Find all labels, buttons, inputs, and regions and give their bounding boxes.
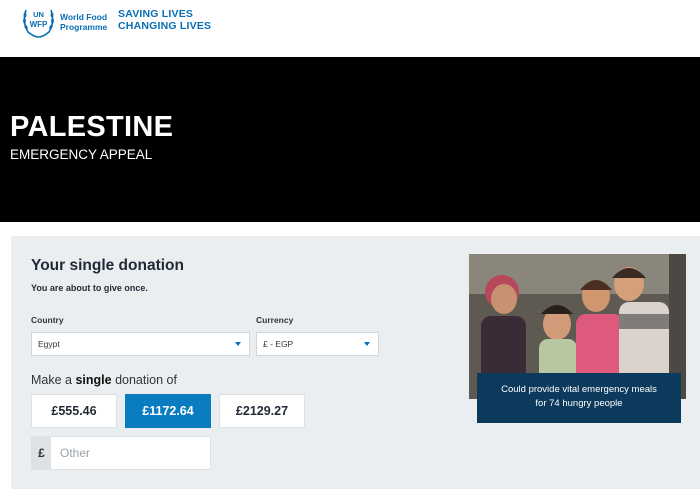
tagline-line1: SAVING LIVES (118, 8, 194, 20)
currency-value: £ - EGP (263, 339, 294, 349)
tagline: SAVING LIVES CHANGING LIVES (118, 8, 211, 32)
logo-name-line2: Programme (60, 22, 108, 32)
currency-label: Currency (256, 315, 294, 325)
donation-subtitle: You are about to give once. (31, 283, 148, 293)
logo-un-text: UN (33, 10, 44, 19)
logo-wfp-text: WFP (30, 20, 48, 29)
currency-select[interactable]: £ - EGP (256, 332, 379, 356)
logo-name: World Food Programme (60, 12, 107, 32)
wfp-logo[interactable]: UN WFP World Food Programme (20, 6, 107, 38)
chevron-down-icon (235, 342, 241, 346)
un-wreath-icon: UN WFP (23, 9, 54, 38)
amount-option-3[interactable]: £2129.27 (219, 394, 305, 428)
make-suffix: donation of (111, 373, 177, 387)
logo-name-line1: World Food (60, 12, 108, 22)
country-label: Country (31, 315, 64, 325)
caption-line1: Could provide vital emergency meals (501, 384, 657, 395)
hero-banner: PALESTINE EMERGENCY APPEAL (0, 57, 700, 222)
chevron-down-icon (364, 342, 370, 346)
other-amount-input[interactable] (51, 437, 210, 469)
country-value: Egypt (38, 339, 60, 349)
tagline-line2: CHANGING LIVES (118, 20, 212, 32)
page-subtitle: EMERGENCY APPEAL (10, 147, 153, 162)
country-select[interactable]: Egypt (31, 332, 250, 356)
donation-amount-label: Make a single donation of (31, 373, 177, 387)
donation-title: Your single donation (31, 257, 184, 274)
make-bold: single (75, 373, 112, 387)
make-prefix: Make a (31, 373, 76, 387)
page-title: PALESTINE (10, 111, 174, 143)
caption-line2: for 74 hungry people (535, 398, 623, 409)
other-amount-field: £ (31, 436, 211, 470)
currency-symbol: £ (32, 437, 51, 469)
amount-option-1[interactable]: £555.46 (31, 394, 117, 428)
photo-caption: Could provide vital emergency meals for … (477, 373, 681, 423)
site-header: UN WFP World Food Programme SAVING LIVES… (0, 0, 700, 57)
amount-option-2[interactable]: £1172.64 (125, 394, 211, 428)
